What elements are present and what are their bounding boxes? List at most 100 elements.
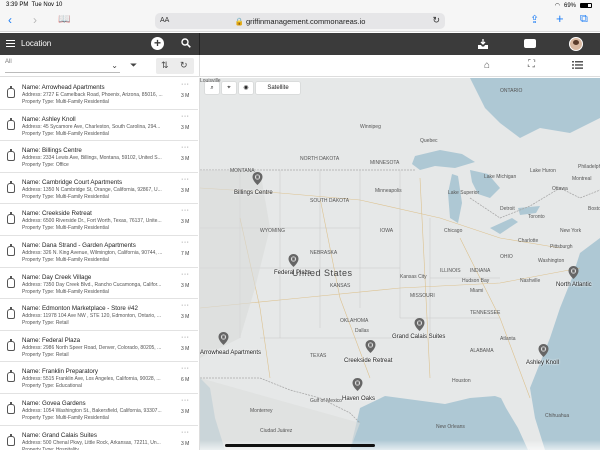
location-name: Name: Edmonton Marketplace - Store #42: [22, 305, 138, 313]
map-pin-icon[interactable]: [352, 378, 363, 391]
location-list-item[interactable]: Name: Edmonton Marketplace - Store #42 Ad…: [0, 299, 198, 331]
more-options-icon[interactable]: ···: [181, 239, 190, 246]
location-name: Name: Federal Plaza: [22, 336, 81, 344]
location-list-item[interactable]: Name: Billings Centre Address: 2334 Lewis…: [0, 141, 198, 173]
hamburger-menu-icon[interactable]: [6, 40, 15, 47]
location-address: Address: 326 N. King Avenue, Wilmington,…: [22, 250, 163, 256]
search-icon[interactable]: [181, 38, 191, 48]
map-place-label: Toronto: [528, 214, 545, 220]
more-options-icon[interactable]: ···: [181, 365, 190, 372]
map-place-label: Boston: [588, 206, 600, 212]
location-list-item[interactable]: Name: Dana Strand - Garden Apartments Add…: [0, 236, 198, 268]
location-list-item[interactable]: Name: Grand Calais Suites Address: 500 Ch…: [0, 426, 198, 450]
location-distance: 3 M: [181, 345, 190, 352]
location-name: Name: Govea Gardens: [22, 400, 86, 407]
filter-funnel-icon[interactable]: ⏷: [130, 60, 137, 71]
user-avatar[interactable]: [569, 37, 583, 51]
location-property-type: Property Type: Multi-Family Residential: [22, 130, 109, 137]
bookmarks-icon[interactable]: 📖: [58, 14, 70, 26]
more-options-icon[interactable]: ···: [181, 397, 190, 404]
location-distance: 3 M: [181, 314, 190, 321]
more-options-icon[interactable]: ···: [181, 302, 190, 309]
sort-icon[interactable]: ⇅: [161, 60, 169, 71]
back-arrow-icon[interactable]: ‹: [8, 14, 12, 26]
map-place-label: Atlanta: [500, 336, 516, 342]
more-options-icon[interactable]: ···: [181, 207, 190, 214]
forward-arrow-icon[interactable]: ›: [33, 14, 37, 26]
location-list-item[interactable]: Name: Creekside Retreat Address: 6500 Riv…: [0, 204, 198, 236]
list-view-icon[interactable]: [572, 61, 583, 69]
reload-icon[interactable]: ↻: [432, 15, 440, 26]
map-place-label: Lake Michigan: [484, 174, 517, 180]
new-tab-icon[interactable]: +: [556, 11, 564, 26]
location-name: Name: Grand Calais Suites: [22, 431, 97, 439]
add-location-button[interactable]: +: [151, 37, 164, 50]
messages-icon[interactable]: [524, 39, 536, 48]
map-place-label: Montreal: [572, 176, 592, 182]
location-list-item[interactable]: Name: Federal Plaza Address: 2986 North S…: [0, 331, 198, 363]
map-place-label: NEBRASKA: [310, 250, 338, 256]
map-place-label: Chihuahua: [545, 413, 570, 419]
location-distance: 3 M: [181, 409, 190, 415]
toolbar-divider: [199, 55, 200, 77]
share-icon[interactable]: ⇪: [530, 13, 539, 26]
building-icon: [7, 338, 15, 351]
location-list-item[interactable]: Name: Arrowhead Apartments Address: 2727 …: [0, 78, 198, 110]
location-name: Name: Cambridge Court Apartments: [22, 178, 123, 186]
map-panel[interactable]: ⌕ ⌖ ◉ Satellite United States Billings C…: [200, 78, 600, 450]
map-pin-label: Grand Calais Suites: [392, 334, 446, 340]
map-pin-icon[interactable]: [218, 332, 229, 345]
map-pin-label: Arrowhead Apartments: [200, 350, 262, 356]
map-place-label: Monterrey: [250, 408, 273, 414]
location-distance: 3 M: [181, 219, 190, 226]
map-place-label: OHIO: [500, 254, 513, 260]
map-pin-icon[interactable]: [288, 254, 299, 267]
locate-icon[interactable]: ◉: [239, 82, 253, 94]
map-place-label: Washington: [538, 258, 565, 264]
map-pin-icon[interactable]: [414, 318, 425, 331]
map-place-label: Winnipeg: [360, 124, 381, 130]
home-icon[interactable]: ⌂: [484, 60, 490, 71]
more-options-icon[interactable]: ···: [181, 81, 190, 88]
more-options-icon[interactable]: ···: [181, 334, 190, 341]
map-place-label: Kansas City: [400, 274, 427, 280]
filter-dropdown[interactable]: All ⌄: [5, 59, 120, 73]
map-pin-icon[interactable]: [568, 266, 579, 279]
tabs-icon[interactable]: ⧉: [580, 13, 588, 26]
map-place-label: Houston: [452, 378, 471, 384]
more-options-icon[interactable]: ···: [181, 113, 190, 120]
header-divider: [199, 33, 200, 55]
location-address: Address: 5515 Franklin Ave, Los Angeles,…: [22, 376, 161, 383]
location-name: Name: Dana Strand - Garden Apartments: [22, 242, 136, 249]
map-place-label: ILLINOIS: [440, 268, 461, 274]
building-icon: [7, 244, 15, 256]
more-options-icon[interactable]: ···: [181, 144, 190, 151]
location-distance: 3 M: [181, 124, 190, 131]
address-bar[interactable]: AA 🔒 griffinmanagement.commonareas.io ↻: [155, 13, 445, 29]
location-property-type: Property Type: Educational: [22, 383, 82, 390]
map-pin-label: Haven Oaks: [342, 396, 376, 402]
download-tray-icon[interactable]: [477, 38, 489, 50]
location-list-item[interactable]: Name: Ashley Knoll Address: 45 Sycamore A…: [0, 110, 198, 142]
more-options-icon[interactable]: ···: [181, 271, 190, 278]
satellite-toggle[interactable]: Satellite: [256, 82, 300, 94]
location-property-type: Property Type: Multi-Family Residential: [22, 99, 109, 105]
map-pin-icon[interactable]: [538, 344, 549, 357]
map-pin-icon[interactable]: [365, 340, 376, 353]
map-place-label: WYOMING: [260, 228, 285, 234]
location-list-item[interactable]: Name: Franklin Preparatory Address: 5515 …: [0, 362, 198, 394]
location-list-item[interactable]: Name: Govea Gardens Address: 1054 Washing…: [0, 394, 198, 426]
map-pin-icon[interactable]: ⌖: [222, 82, 236, 94]
building-icon: [7, 180, 15, 193]
location-name: Name: Billings Centre: [22, 147, 82, 155]
refresh-icon[interactable]: ↻: [180, 60, 188, 71]
more-options-icon[interactable]: ···: [181, 176, 190, 183]
map-canvas[interactable]: [200, 78, 600, 450]
map-place-label: Ottawa: [552, 186, 568, 192]
location-list-item[interactable]: Name: Cambridge Court Apartments Address:…: [0, 173, 198, 205]
location-distance: 3 M: [181, 93, 190, 99]
location-list-item[interactable]: Name: Day Creek Village Address: 7350 Day…: [0, 268, 198, 300]
map-pin-label: North Atlantic: [556, 282, 592, 288]
more-options-icon[interactable]: ···: [181, 429, 190, 436]
map-view-icon[interactable]: ⛶: [528, 59, 535, 70]
